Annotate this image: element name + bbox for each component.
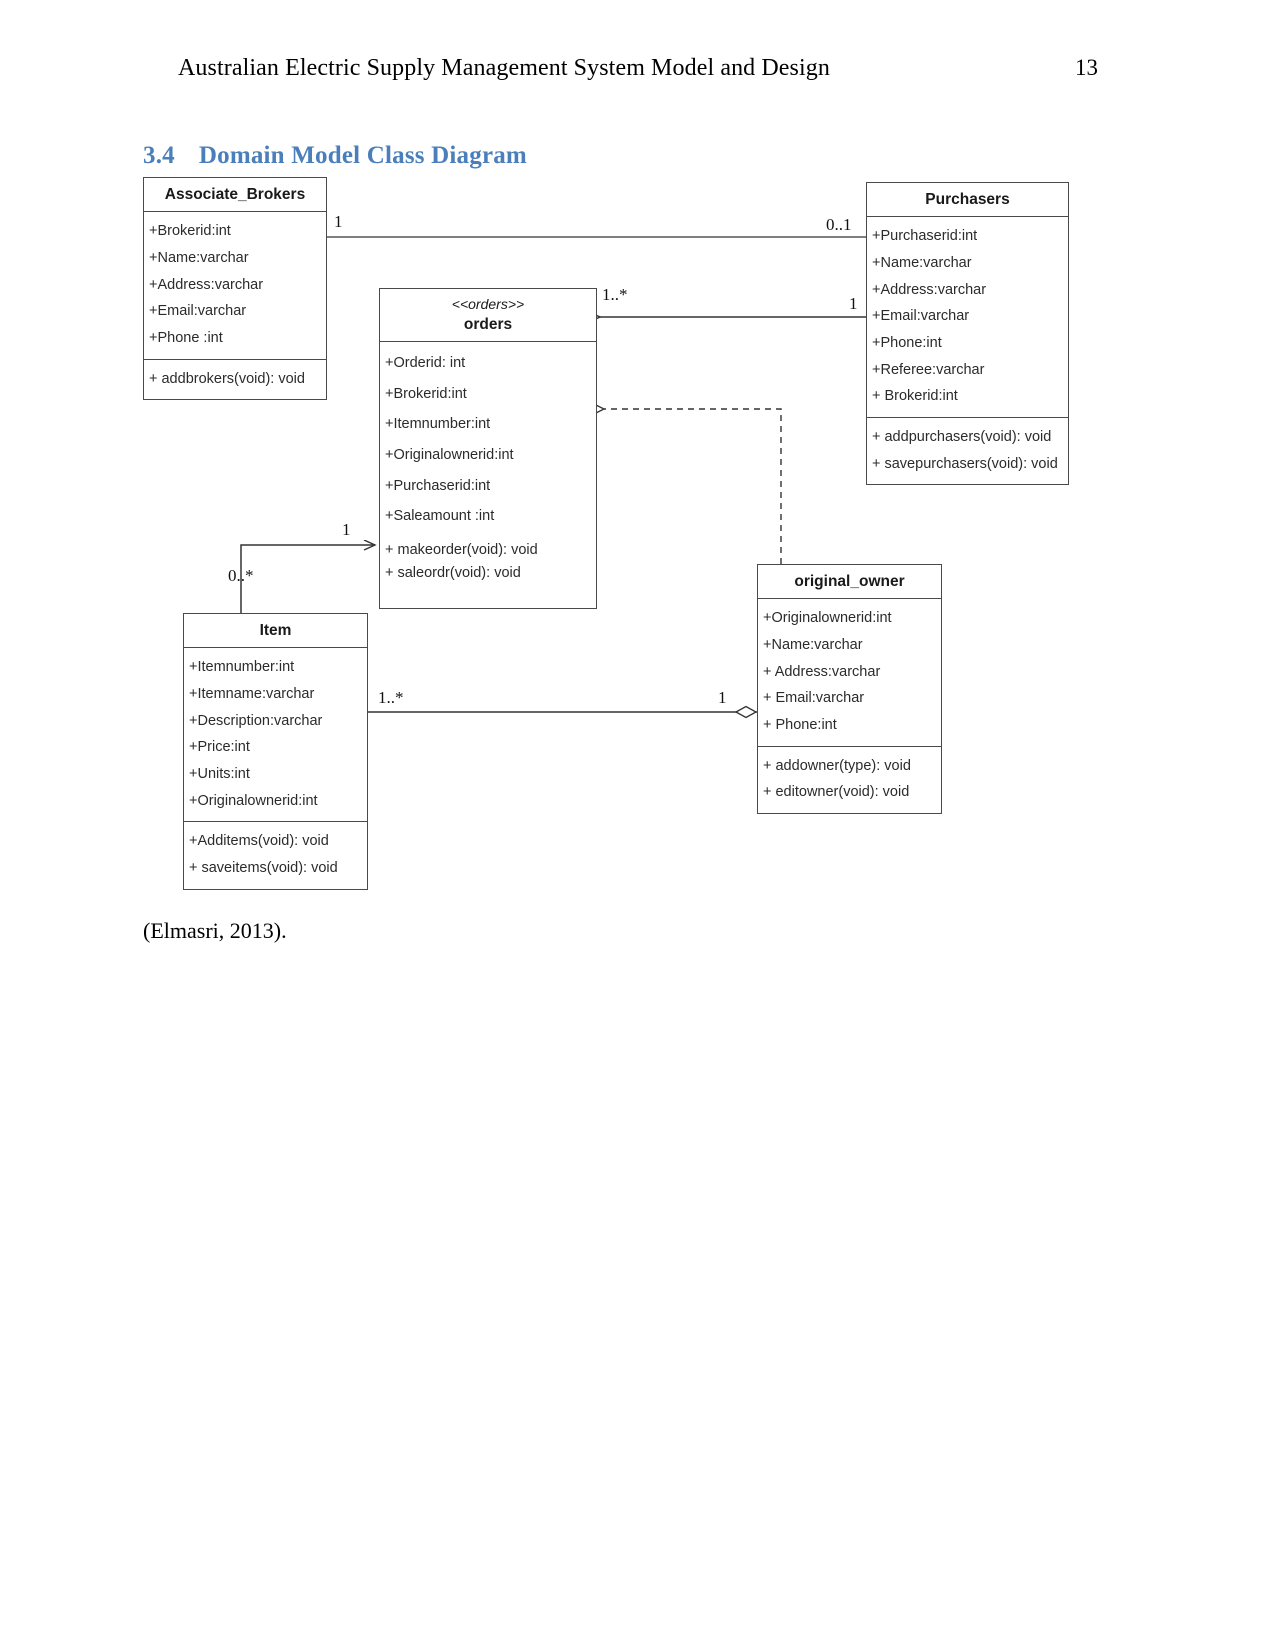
attribute-list-orders: +Orderid: int +Brokerid:int +Itemnumber:… <box>380 342 596 534</box>
attribute-list-associate-brokers: +Brokerid:int +Name:varchar +Address:var… <box>144 212 326 360</box>
operation-row: + addbrokers(void): void <box>149 370 305 387</box>
class-name-orders: <<orders>> orders <box>380 289 596 342</box>
multiplicity-label-purchasers-one: 1 <box>849 294 858 313</box>
connector-item-orders <box>240 545 375 613</box>
operation-row: + addpurchasers(void): void <box>872 429 1052 446</box>
class-box-purchasers: Purchasers +Purchaserid:int +Name:varcha… <box>866 182 1069 486</box>
operation-list-associate-brokers: + addbrokers(void): void <box>144 360 326 400</box>
attribute-row: +Itemnumber:int <box>189 659 295 676</box>
attribute-row: +Itemnumber:int <box>385 416 491 433</box>
attribute-row: +Itemname:varchar <box>189 686 315 703</box>
attribute-row: +Phone:int <box>872 335 942 352</box>
class-box-orders: <<orders>> orders +Orderid: int +Brokeri… <box>379 288 597 610</box>
class-name-label-orders: orders <box>463 315 513 333</box>
attribute-list-item: +Itemnumber:int +Itemname:varchar +Descr… <box>184 648 367 823</box>
attribute-row: +Brokerid:int <box>385 385 467 402</box>
attribute-row: +Name:varchar <box>149 250 249 267</box>
operation-list-purchasers: + addpurchasers(void): void + savepurcha… <box>867 418 1068 484</box>
attribute-row: +Phone :int <box>149 330 223 347</box>
attribute-row: +Email:varchar <box>149 303 247 320</box>
multiplicity-label-item-zero-many: 0..* <box>228 566 254 585</box>
operation-list-original-owner: + addowner(type): void + editowner(void)… <box>758 747 941 813</box>
attribute-row: +Address:varchar <box>872 281 987 298</box>
operation-list-orders: + makeorder(void): void + saleordr(void)… <box>380 534 596 608</box>
class-name-original-owner: original_owner <box>758 565 941 600</box>
attribute-row: +Saleamount :int <box>385 508 495 525</box>
attribute-row: +Referee:varchar <box>872 361 985 378</box>
operation-list-item: +Additems(void): void + saveitems(void):… <box>184 822 367 888</box>
attribute-row: +Orderid: int <box>385 354 466 371</box>
citation-text: (Elmasri, 2013). <box>143 918 287 943</box>
attribute-row: +Purchaserid:int <box>872 228 978 245</box>
class-box-original-owner: original_owner +Originalownerid:int +Nam… <box>757 564 942 815</box>
multiplicity-label-brokers: 1 <box>334 212 343 231</box>
operation-row: +Additems(void): void <box>189 833 329 850</box>
attribute-row: +Units:int <box>189 766 250 783</box>
uml-class-diagram: Associate_Brokers +Brokerid:int +Name:va… <box>0 0 1275 1000</box>
connector-owner-orders <box>604 409 782 564</box>
operation-row: + editowner(void): void <box>763 784 910 801</box>
multiplicity-label-item-one-many: 1..* <box>378 688 404 707</box>
attribute-row: +Address:varchar <box>149 276 264 293</box>
class-name-purchasers: Purchasers <box>867 183 1068 218</box>
attribute-row: +Description:varchar <box>189 712 323 729</box>
operation-row: + saveitems(void): void <box>189 860 338 877</box>
attribute-row: +Brokerid:int <box>149 223 231 240</box>
multiplicity-label-orders-one: 1 <box>342 520 351 539</box>
attribute-row: +Price:int <box>189 739 250 756</box>
attribute-row: +Name:varchar <box>763 637 863 654</box>
attribute-row: +Name:varchar <box>872 255 972 272</box>
attribute-row: + Address:varchar <box>763 663 881 680</box>
attribute-row: +Purchaserid:int <box>385 477 491 494</box>
attribute-row: +Originalownerid:int <box>189 792 318 809</box>
class-box-associate-brokers: Associate_Brokers +Brokerid:int +Name:va… <box>143 177 327 401</box>
class-name-associate-brokers: Associate_Brokers <box>144 178 326 213</box>
operation-row: + savepurchasers(void): void <box>872 455 1058 472</box>
attribute-row: + Phone:int <box>763 717 837 734</box>
attribute-row: + Brokerid:int <box>872 388 958 405</box>
attribute-row: +Email:varchar <box>872 308 970 325</box>
attribute-list-purchasers: +Purchaserid:int +Name:varchar +Address:… <box>867 217 1068 419</box>
multiplicity-label-orders-many: 1..* <box>602 285 628 304</box>
operation-row: + addowner(type): void <box>763 757 911 774</box>
operation-row: + makeorder(void): void <box>385 541 538 558</box>
class-name-item: Item <box>184 614 367 649</box>
attribute-row: +Originalownerid:int <box>763 610 892 627</box>
document-page: Australian Electric Supply Management Sy… <box>0 0 1275 1651</box>
attribute-list-original-owner: +Originalownerid:int +Name:varchar + Add… <box>758 599 941 747</box>
multiplicity-label-purchasers-upper: 0..1 <box>826 215 852 234</box>
class-stereotype-orders: <<orders>> <box>451 296 525 312</box>
class-box-item: Item +Itemnumber:int +Itemname:varchar +… <box>183 613 368 890</box>
operation-row: + saleordr(void): void <box>385 564 521 581</box>
attribute-row: +Originalownerid:int <box>385 446 514 463</box>
multiplicity-label-owner-one: 1 <box>718 688 727 707</box>
attribute-row: + Email:varchar <box>763 690 865 707</box>
